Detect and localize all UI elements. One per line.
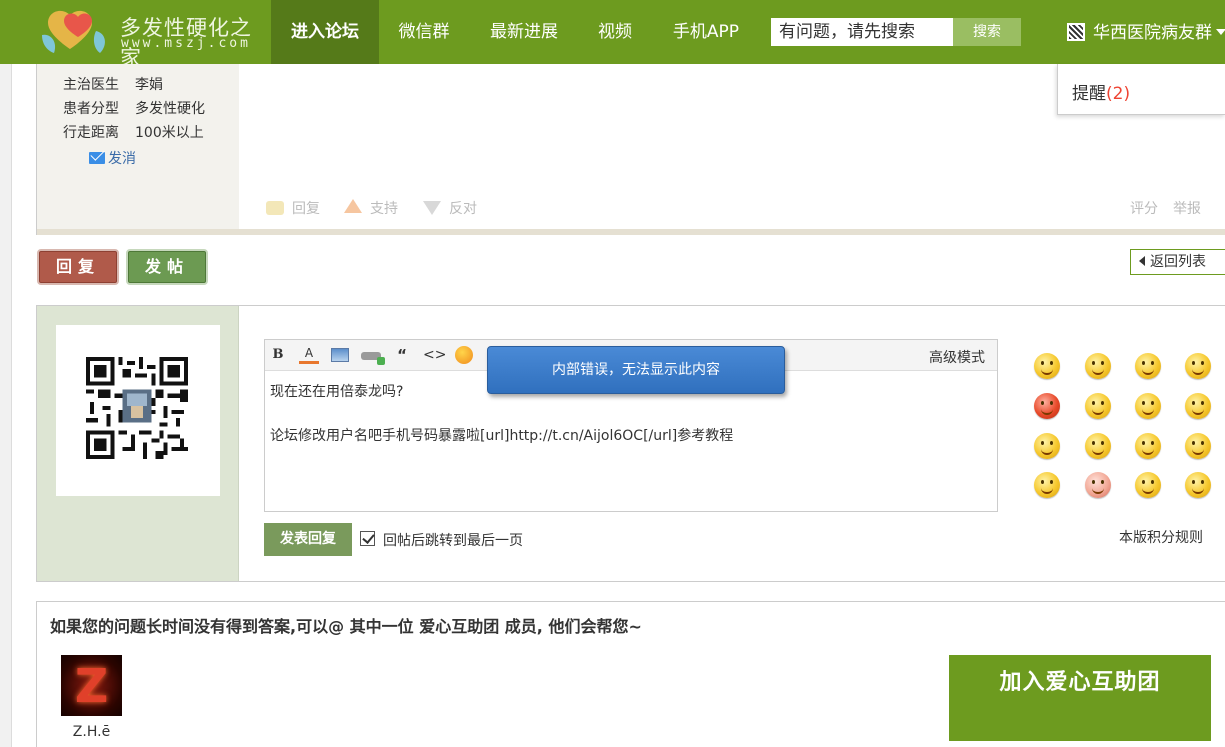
chevron-left-icon xyxy=(1139,256,1145,266)
logo-url: www.mszj.com xyxy=(121,36,251,51)
nav-wechat-group[interactable]: 微信群 xyxy=(381,0,467,64)
smiley-icon[interactable] xyxy=(1034,353,1060,379)
group-dropdown[interactable]: 华西医院病友群 xyxy=(1067,20,1225,46)
smiley-icon[interactable] xyxy=(1034,472,1060,498)
smiley-icon[interactable] xyxy=(1135,472,1161,498)
profile-row-type: 患者分型 多发性硬化 xyxy=(63,98,205,118)
profile-label: 患者分型 xyxy=(63,101,119,117)
back-to-list-button[interactable]: 返回列表 xyxy=(1130,249,1225,275)
reply-button[interactable]: 回复 xyxy=(37,249,119,285)
nav-mobile-app[interactable]: 手机APP xyxy=(660,0,752,64)
editor-line: 论坛修改用户名吧手机号码暴露啦[url]http://t.cn/Aijol6OC… xyxy=(270,428,734,444)
help-section-title: 如果您的问题长时间没有得到答案,可以@ 其中一位 爱心互助团 成员, 他们会帮您… xyxy=(50,617,642,636)
chevron-down-icon xyxy=(1216,29,1225,35)
forum-post: 主治医生 李娟 患者分型 多发性硬化 行走距离 100米以上 发消 回复 支持 反对 … xyxy=(36,64,1225,235)
smiley-icon[interactable] xyxy=(1085,433,1111,459)
rate-link[interactable]: 评分 xyxy=(1130,198,1158,218)
bold-icon[interactable]: B xyxy=(268,346,288,364)
profile-row-walking: 行走距离 100米以上 xyxy=(63,122,204,142)
advanced-mode-link[interactable]: 高级模式 xyxy=(929,347,985,367)
font-color-icon[interactable]: A xyxy=(299,346,319,364)
profile-label: 行走距离 xyxy=(63,125,119,141)
search-button[interactable]: 搜索 xyxy=(953,18,1021,46)
top-navbar: 多发性硬化之家 www.mszj.com 进入论坛 微信群 最新进展 视频 手机… xyxy=(0,0,1225,70)
nav-latest-progress[interactable]: 最新进展 xyxy=(476,0,572,64)
post-reply-link[interactable]: 回复 xyxy=(266,198,320,218)
site-logo[interactable]: 多发性硬化之家 www.mszj.com xyxy=(40,5,270,70)
oppose-link[interactable]: 反对 xyxy=(423,198,477,218)
profile-value: 多发性硬化 xyxy=(135,101,205,117)
nav-forum[interactable]: 进入论坛 xyxy=(271,0,379,64)
logo-heart-icon xyxy=(42,10,105,53)
jump-last-page-checkbox[interactable] xyxy=(360,531,375,546)
quote-icon[interactable]: “ xyxy=(392,346,412,364)
smiley-icon[interactable] xyxy=(1085,353,1111,379)
smiley-icon[interactable] xyxy=(1085,472,1111,498)
post-reply-label: 回复 xyxy=(292,201,320,217)
smiley-icon[interactable] xyxy=(1185,433,1211,459)
quick-reply-box: B A “ <> 高级模式 现在还在用倍泰龙吗? 论坛修改用户名吧手机号码暴露啦… xyxy=(36,305,1225,582)
profile-value: 100米以上 xyxy=(135,125,204,141)
send-message-link[interactable]: 发消 xyxy=(89,148,136,168)
avatar-letter: Z xyxy=(74,659,109,713)
smiley-icon[interactable] xyxy=(1185,393,1211,419)
mail-icon xyxy=(89,152,105,164)
smiley-icon[interactable] xyxy=(1135,393,1161,419)
smiley-icon[interactable] xyxy=(1034,433,1060,459)
back-to-list-label: 返回列表 xyxy=(1150,254,1206,270)
thumb-up-icon xyxy=(344,199,362,213)
smiley-panel xyxy=(1034,353,1214,503)
smiley-icon[interactable] xyxy=(1185,353,1211,379)
error-popup: 内部错误，无法显示此内容 xyxy=(487,346,785,394)
author-profile: 主治医生 李娟 患者分型 多发性硬化 行走距离 100米以上 发消 xyxy=(37,64,239,230)
send-message-label: 发消 xyxy=(108,151,136,167)
reply-sidebar xyxy=(37,306,239,581)
search-input[interactable]: 有问题，请先搜索 xyxy=(771,18,953,46)
post-divider xyxy=(37,229,1225,235)
smiley-icon[interactable] xyxy=(1135,353,1161,379)
smiley-icon[interactable] xyxy=(1085,393,1111,419)
link-icon[interactable] xyxy=(361,352,385,365)
help-team-section: 如果您的问题长时间没有得到答案,可以@ 其中一位 爱心互助团 成员, 他们会帮您… xyxy=(36,601,1225,747)
join-help-team-button[interactable]: 加入爱心互助团 xyxy=(949,655,1211,741)
reply-icon xyxy=(266,201,284,215)
smiley-icon[interactable] xyxy=(1034,393,1060,419)
report-link[interactable]: 举报 xyxy=(1173,198,1201,218)
support-link[interactable]: 支持 xyxy=(344,198,398,218)
jump-last-page-label: 回帖后跳转到最后一页 xyxy=(383,533,523,549)
group-link-label: 华西医院病友群 xyxy=(1093,23,1212,43)
member-name[interactable]: Z.H.ē xyxy=(61,724,122,740)
image-icon[interactable] xyxy=(331,348,349,362)
code-icon[interactable]: <> xyxy=(423,346,446,364)
profile-value: 李娟 xyxy=(135,77,163,93)
nav-video[interactable]: 视频 xyxy=(584,0,646,64)
left-scroll-strip xyxy=(0,64,12,747)
new-post-button[interactable]: 发帖 xyxy=(126,249,208,285)
smiley-icon[interactable] xyxy=(455,346,473,364)
submit-reply-button[interactable]: 发表回复 xyxy=(264,523,352,556)
oppose-label: 反对 xyxy=(449,201,477,217)
support-label: 支持 xyxy=(370,201,398,217)
profile-label: 主治医生 xyxy=(63,77,119,93)
points-rules-link[interactable]: 本版积分规则 xyxy=(1119,527,1203,547)
qr-code-icon xyxy=(1067,23,1085,41)
smiley-icon[interactable] xyxy=(1135,433,1161,459)
smiley-icon[interactable] xyxy=(1185,472,1211,498)
avatar[interactable]: Z xyxy=(61,655,122,716)
thumb-down-icon xyxy=(423,201,441,215)
qr-code-card xyxy=(56,325,220,496)
qr-code-image xyxy=(86,357,188,459)
profile-row-doctor: 主治医生 李娟 xyxy=(63,74,163,94)
